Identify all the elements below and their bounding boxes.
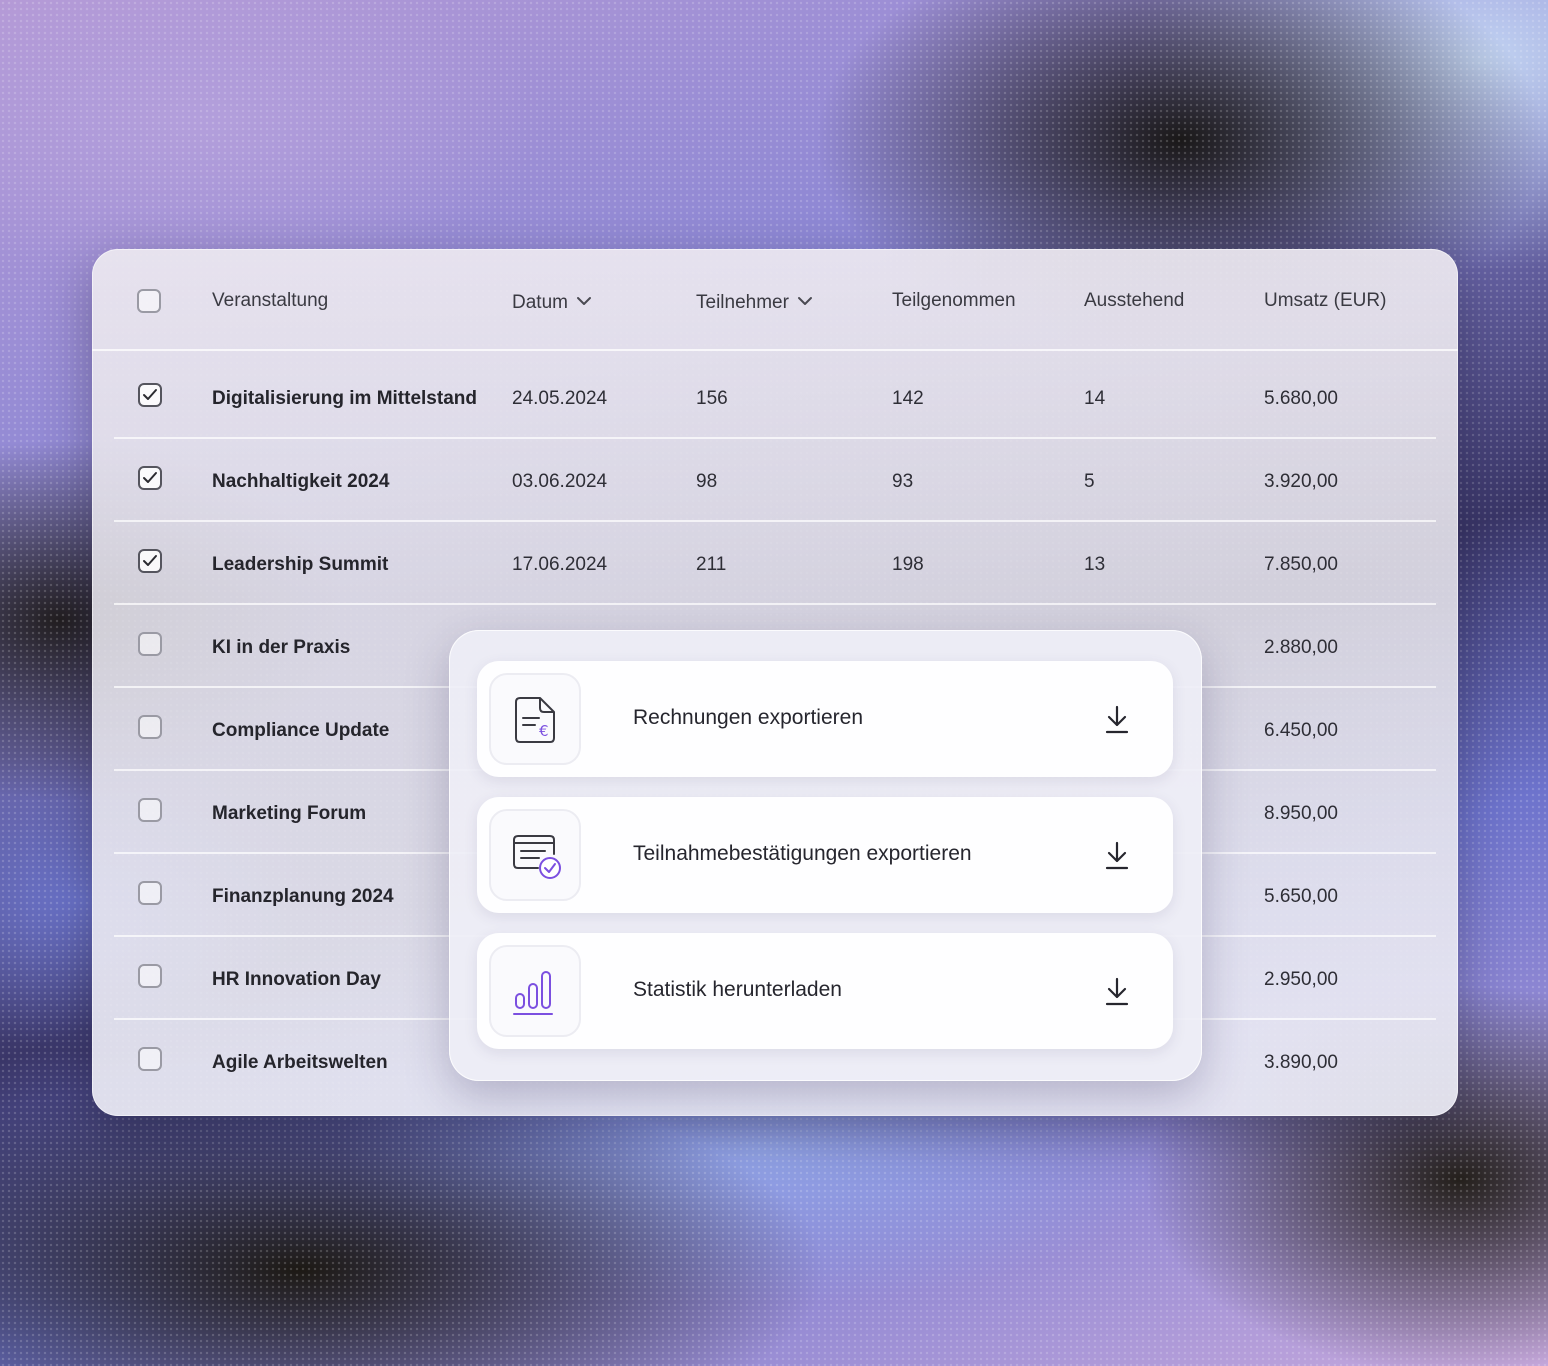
participants-count: 98 [696,471,718,492]
event-date: 03.06.2024 [512,471,608,492]
invoice-euro-icon: € [489,673,581,765]
svg-text:€: € [539,722,549,740]
chevron-down-icon [797,290,813,312]
row-checkbox[interactable] [138,549,162,573]
event-name: Leadership Summit [212,554,389,575]
column-header-date[interactable]: Datum [512,290,592,314]
column-header-event: Veranstaltung [212,290,329,311]
table-header: Veranstaltung Datum Teilnehmer Teilgenom… [92,249,1458,351]
check-icon [143,555,157,566]
certificate-check-icon [489,809,581,901]
row-checkbox[interactable] [138,632,162,656]
revenue-value: 8.950,00 [1264,803,1338,824]
event-name: Agile Arbeitswelten [212,1052,388,1073]
export-menu: € Rechnungen exportieren Teilnahmebestät… [449,630,1202,1081]
event-name: Marketing Forum [212,803,367,824]
chevron-down-icon [576,290,592,312]
revenue-value: 7.850,00 [1264,554,1338,575]
download-icon[interactable] [1104,705,1130,740]
event-name: Nachhaltigkeit 2024 [212,471,390,492]
event-name: HR Innovation Day [212,969,381,990]
row-checkbox[interactable] [138,466,162,490]
revenue-value: 2.950,00 [1264,969,1338,990]
event-date: 17.06.2024 [512,554,608,575]
column-header-attended: Teilgenommen [892,290,1016,311]
export-certificates-option[interactable]: Teilnahmebestätigungen exportieren [477,797,1173,913]
row-checkbox[interactable] [138,964,162,988]
row-checkbox[interactable] [138,1047,162,1071]
table-row[interactable]: Digitalisierung im Mittelstand 24.05.202… [114,354,1436,439]
column-header-revenue: Umsatz (EUR) [1264,290,1387,311]
table-row[interactable]: Leadership Summit 17.06.2024 211 198 13 … [114,520,1436,605]
revenue-value: 3.920,00 [1264,471,1338,492]
row-checkbox[interactable] [138,798,162,822]
row-checkbox[interactable] [138,881,162,905]
pending-count: 5 [1084,471,1095,492]
event-date: 24.05.2024 [512,388,608,409]
revenue-value: 3.890,00 [1264,1052,1338,1073]
row-checkbox[interactable] [138,383,162,407]
attended-count: 198 [892,554,924,575]
pending-count: 13 [1084,554,1106,575]
bar-chart-icon [489,945,581,1037]
pending-count: 14 [1084,388,1106,409]
attended-count: 93 [892,471,914,492]
column-header-participants[interactable]: Teilnehmer [696,290,813,314]
revenue-value: 6.450,00 [1264,720,1338,741]
revenue-value: 5.650,00 [1264,886,1338,907]
download-icon[interactable] [1104,841,1130,876]
download-icon[interactable] [1104,977,1130,1012]
event-name: Compliance Update [212,720,390,741]
participants-count: 211 [696,554,727,575]
check-icon [143,389,157,400]
row-checkbox[interactable] [138,715,162,739]
revenue-value: 5.680,00 [1264,388,1338,409]
attended-count: 142 [892,388,924,409]
table-row[interactable]: Nachhaltigkeit 2024 03.06.2024 98 93 5 3… [114,437,1436,522]
revenue-value: 2.880,00 [1264,637,1338,658]
option-label: Teilnahmebestätigungen exportieren [633,842,972,865]
option-label: Statistik herunterladen [633,978,842,1001]
export-invoices-option[interactable]: € Rechnungen exportieren [477,661,1173,777]
download-statistics-option[interactable]: Statistik herunterladen [477,933,1173,1049]
event-name: Finanzplanung 2024 [212,886,394,907]
column-header-pending: Ausstehend [1084,290,1185,311]
select-all-checkbox[interactable] [137,289,161,313]
event-name: Digitalisierung im Mittelstand [212,388,477,409]
option-label: Rechnungen exportieren [633,706,863,729]
event-name: KI in der Praxis [212,637,351,658]
participants-count: 156 [696,388,728,409]
check-icon [143,472,157,483]
